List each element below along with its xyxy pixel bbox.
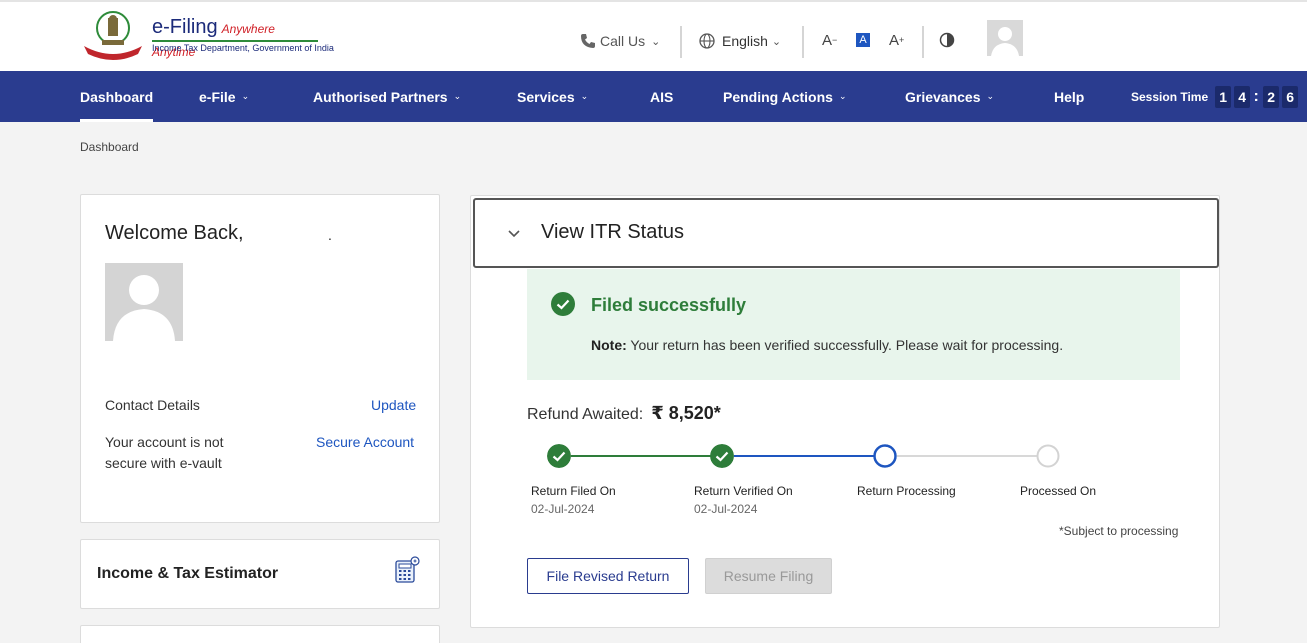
font-default-button[interactable]: A	[856, 33, 870, 47]
success-note: Note: Your return has been verified succ…	[591, 337, 1063, 353]
nav-authorised-partners[interactable]: Authorised Partners ⌄	[313, 71, 461, 122]
user-silhouette-icon	[991, 27, 1019, 56]
chevron-down-icon	[508, 230, 520, 238]
efiling-logo[interactable]: e-Filing Anywhere Anytime Income Tax Depa…	[80, 10, 334, 62]
call-us-label: Call Us	[600, 33, 646, 49]
resume-filing-button[interactable]: Resume Filing	[705, 558, 832, 594]
calculator-icon	[395, 556, 420, 583]
chevron-down-icon: ⌄	[651, 35, 661, 48]
refund-awaited: Refund Awaited: ₹ 8,520*	[527, 403, 721, 424]
session-timer: Session Time 1 4 : 2 6	[1131, 71, 1299, 122]
chevron-down-icon: ⌄	[580, 91, 589, 101]
chevron-down-icon: ⌄	[986, 91, 995, 101]
chevron-down-icon: ⌄	[771, 35, 782, 48]
language-dropdown[interactable]: English ⌄	[699, 30, 781, 52]
logo-subtitle: Income Tax Department, Government of Ind…	[152, 43, 334, 53]
contact-details-label: Contact Details	[105, 397, 200, 413]
nav-services[interactable]: Services ⌄	[517, 71, 588, 122]
file-revised-return-button[interactable]: File Revised Return	[527, 558, 689, 594]
timeline-connector	[897, 455, 1037, 457]
font-decrease-button[interactable]: A −	[822, 31, 837, 49]
nav-pending-actions[interactable]: Pending Actions ⌄	[723, 71, 846, 122]
nav-help[interactable]: Help	[1054, 71, 1084, 122]
nav-label: Authorised Partners	[313, 88, 448, 105]
nav-ais[interactable]: AIS	[650, 71, 673, 122]
note-label: Note:	[591, 337, 627, 353]
nav-label: Pending Actions	[723, 88, 833, 105]
nav-label: AIS	[650, 88, 674, 105]
profile-card: Welcome Back, . Contact Details Update Y…	[80, 194, 440, 523]
timeline-connector	[571, 455, 711, 457]
globe-icon	[699, 33, 715, 49]
nav-efile[interactable]: e-File ⌄	[199, 71, 249, 122]
header-divider	[802, 26, 804, 58]
step-date: 02-Jul-2024	[531, 502, 595, 516]
contrast-icon[interactable]	[939, 32, 955, 48]
step-done-check-icon	[710, 444, 734, 468]
tax-estimator-card[interactable]: Income & Tax Estimator	[80, 539, 440, 609]
session-label: Session Time	[1131, 89, 1209, 104]
nav-dashboard[interactable]: Dashboard	[80, 71, 154, 122]
itr-status-panel: View ITR Status Filed successfully Note:…	[470, 195, 1220, 628]
step-done-check-icon	[547, 444, 571, 468]
success-title: Filed successfully	[591, 295, 747, 315]
subject-note: *Subject to processing	[1059, 524, 1179, 538]
nav-label: Dashboard	[80, 88, 154, 105]
language-label: English	[722, 33, 768, 49]
nav-grievances[interactable]: Grievances ⌄	[905, 71, 994, 122]
breadcrumb: Dashboard	[80, 140, 139, 154]
refund-label: Refund Awaited:	[527, 406, 644, 423]
session-digit: 2	[1263, 85, 1280, 108]
evault-warning-line2: secure with e-vault	[105, 455, 222, 471]
itr-status-header[interactable]: View ITR Status	[473, 198, 1219, 268]
session-digit: 1	[1215, 85, 1232, 108]
step-label: Return Processing	[857, 484, 956, 498]
chevron-down-icon: ⌄	[453, 91, 462, 101]
chevron-down-icon: ⌄	[838, 91, 847, 101]
refund-amount: ₹ 8,520*	[651, 403, 721, 423]
step-label: Return Filed On	[531, 484, 616, 498]
step-date: 02-Jul-2024	[694, 502, 758, 516]
header-divider	[922, 26, 924, 58]
header-divider	[680, 26, 682, 58]
next-card	[80, 625, 440, 643]
welcome-suffix: .	[328, 227, 332, 243]
chevron-down-icon: ⌄	[241, 91, 250, 101]
user-silhouette-icon	[113, 275, 175, 341]
session-digit: 4	[1234, 85, 1251, 108]
itr-status-title: View ITR Status	[541, 221, 685, 243]
call-us-dropdown[interactable]: Call Us ⌄	[580, 30, 660, 52]
nav-label: Help	[1054, 88, 1085, 105]
logo-divider	[152, 40, 318, 42]
profile-photo	[105, 263, 183, 341]
welcome-heading: Welcome Back,	[105, 222, 244, 244]
font-decrease-label: A	[822, 31, 833, 49]
step-current-circle-icon	[873, 444, 897, 468]
font-increase-button[interactable]: A +	[889, 31, 904, 49]
success-banner: Filed successfully Note: Your return has…	[527, 269, 1180, 380]
session-digit: 6	[1282, 85, 1299, 108]
emblem-icon	[84, 11, 142, 60]
main-nav: Dashboard e-File ⌄ Authorised Partners ⌄ S…	[0, 71, 1307, 122]
nav-label: Grievances	[905, 88, 981, 105]
top-header: e-Filing Anywhere Anytime Income Tax Depa…	[0, 0, 1307, 71]
nav-label: Services	[517, 88, 575, 105]
session-separator: :	[1253, 87, 1259, 105]
evault-warning-line1: Your account is not	[105, 434, 224, 450]
timeline-connector	[734, 455, 874, 457]
note-text: Your return has been verified successful…	[630, 337, 1064, 353]
font-increase-label: A	[889, 31, 900, 49]
check-circle-icon	[551, 292, 575, 316]
secure-account-link[interactable]: Secure Account	[316, 434, 414, 450]
update-contact-link[interactable]: Update	[371, 397, 416, 413]
phone-icon	[581, 34, 595, 48]
nav-label: e-File	[199, 88, 236, 105]
step-label: Return Verified On	[694, 484, 793, 498]
step-label: Processed On	[1020, 484, 1097, 498]
user-avatar[interactable]	[987, 20, 1023, 56]
step-pending-circle-icon	[1036, 444, 1060, 468]
estimator-title: Income & Tax Estimator	[97, 565, 279, 582]
logo-title: e-Filing Anywhere Anytime	[152, 16, 275, 59]
